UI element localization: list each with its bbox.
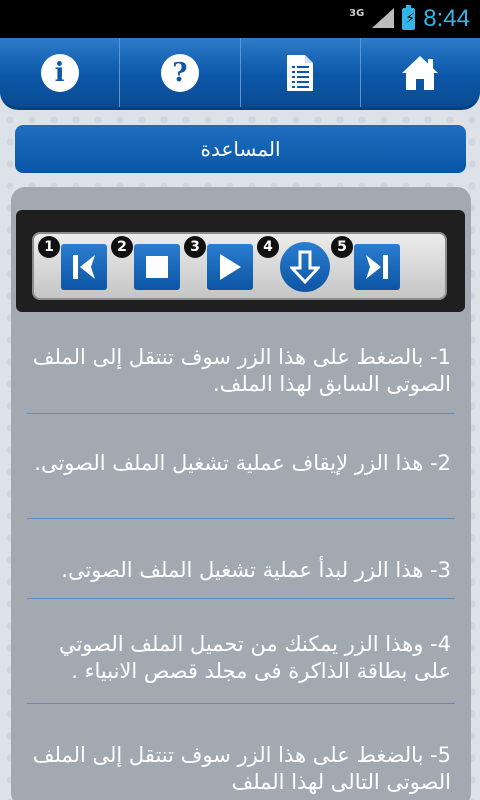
download-icon [290, 250, 320, 284]
help-button[interactable]: ? [119, 38, 239, 107]
play-button [207, 244, 253, 290]
help-icon: ? [160, 53, 199, 92]
status-bar: 3G ⚡ 8:44 [0, 0, 480, 38]
signal-icon [372, 8, 395, 30]
control-number: 3 [184, 236, 206, 258]
info-button[interactable]: i [0, 38, 119, 107]
control-number: 5 [331, 236, 353, 258]
top-navigation: i ? [0, 38, 480, 110]
document-list-icon [287, 54, 314, 91]
stop-icon [146, 256, 168, 278]
stop-button [134, 244, 180, 290]
home-icon [402, 55, 439, 90]
help-item: 5- بالضغط على هذا الزر سوف تنتقل إلى الم… [32, 743, 451, 794]
play-icon [220, 254, 241, 280]
home-button[interactable] [359, 38, 480, 107]
list-button[interactable] [239, 38, 360, 107]
help-item: 3- هذا الزر لبدأ عملية تشغيل الملف الصوت… [27, 519, 455, 599]
help-list: 1- بالضغط على هذا الزر سوف تنتقل إلى الم… [11, 312, 471, 800]
control-number: 2 [111, 236, 133, 258]
next-button [354, 244, 400, 290]
controls-legend: 1 2 3 4 5 [16, 210, 465, 312]
skip-next-icon [366, 255, 388, 279]
clock: 8:44 [423, 5, 470, 32]
help-panel[interactable]: 1 2 3 4 5 1- بالضغط على هذا الزر سوف تنت… [11, 187, 471, 800]
previous-button [61, 244, 107, 290]
download-button [280, 242, 330, 292]
help-item: 1- بالضغط على هذا الزر سوف تنتقل إلى الم… [27, 312, 455, 414]
battery-charging-icon: ⚡ [402, 5, 416, 30]
help-item: 4- وهذا الزر يمكنك من تحميل الملف الصوتي… [27, 599, 455, 704]
page-title: المساعدة [15, 125, 466, 173]
info-icon: i [40, 53, 79, 92]
control-number: 1 [38, 236, 60, 258]
help-item: 2- هذا الزر لإيقاف عملية تشغيل الملف الص… [27, 414, 455, 519]
controls-bar: 1 2 3 4 5 [32, 232, 447, 300]
control-number: 4 [257, 236, 279, 258]
skip-previous-icon [73, 255, 95, 279]
network-type: 3G [349, 7, 365, 19]
